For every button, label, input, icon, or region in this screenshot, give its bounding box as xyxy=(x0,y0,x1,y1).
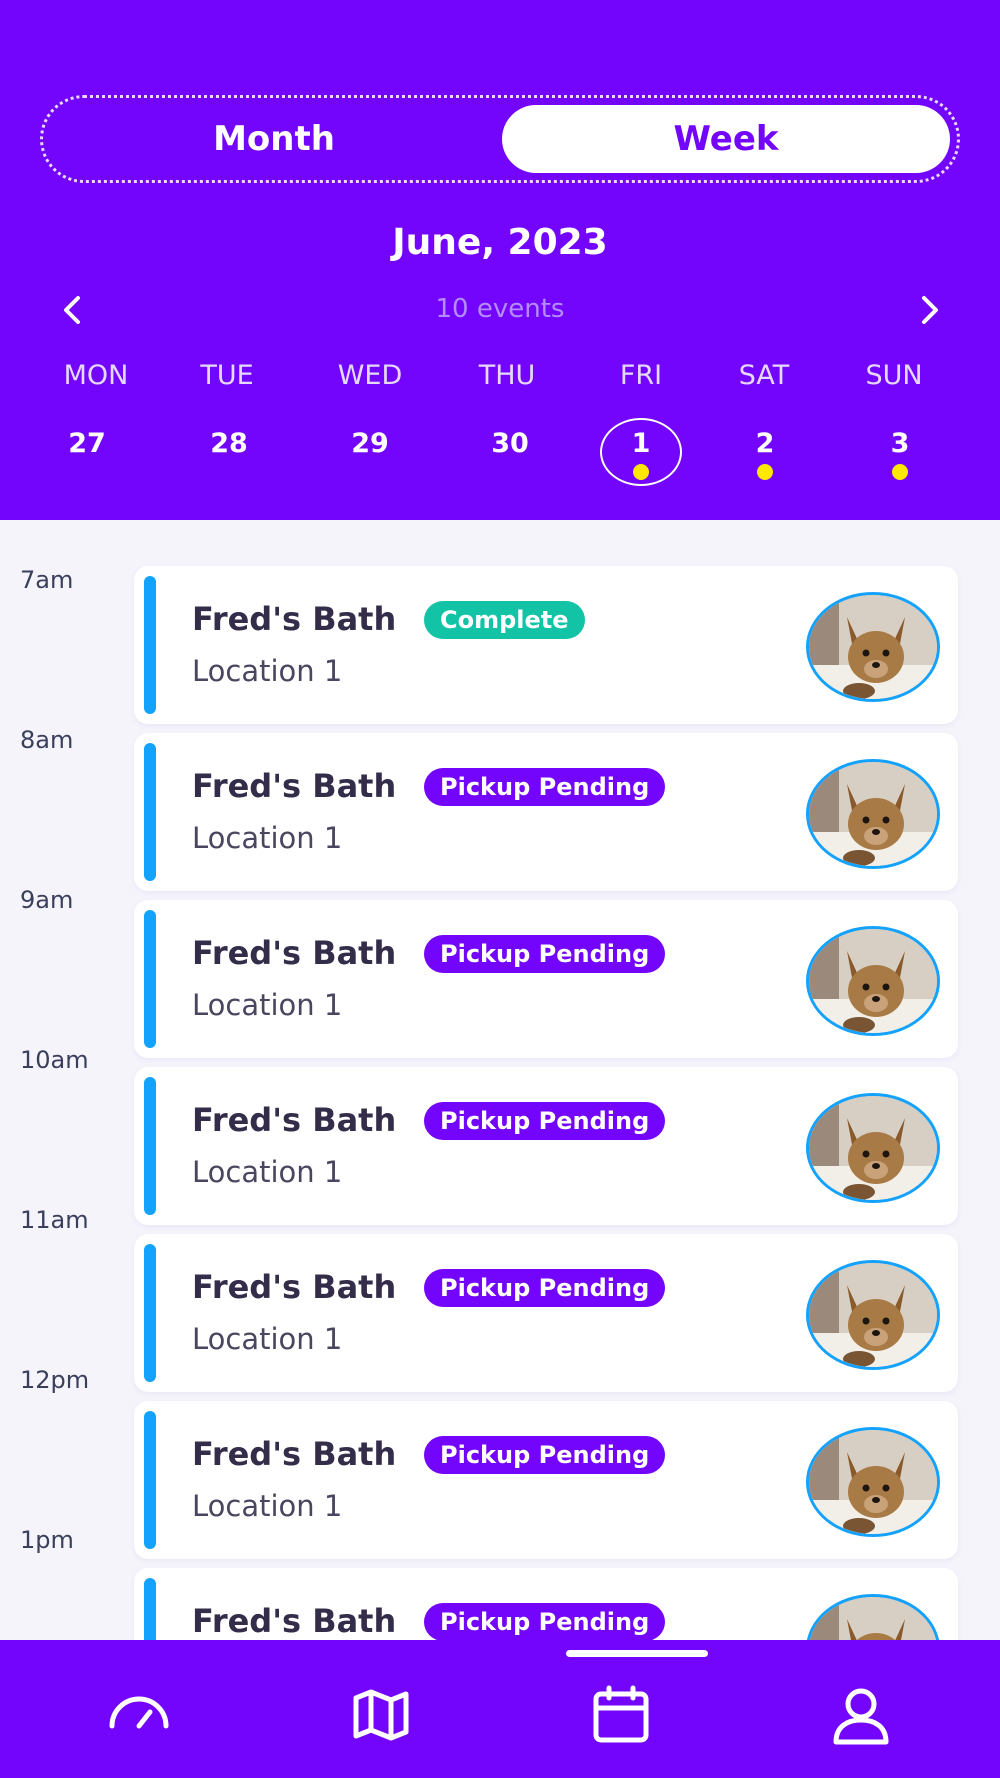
event-color-bar xyxy=(144,743,156,881)
calendar-icon[interactable] xyxy=(586,1680,656,1750)
month-toggle-button[interactable]: Month xyxy=(50,105,498,173)
pet-avatar xyxy=(806,1093,940,1203)
weekday-label: MON xyxy=(63,360,129,391)
date-cell[interactable]: 30 xyxy=(468,420,552,488)
user-icon[interactable] xyxy=(826,1680,896,1750)
time-label: 1pm xyxy=(20,1526,74,1554)
status-badge: Pickup Pending xyxy=(424,1269,666,1307)
pet-avatar xyxy=(806,926,940,1036)
date-number: 28 xyxy=(210,428,248,459)
pet-avatar xyxy=(806,1594,940,1640)
event-location: Location 1 xyxy=(192,1489,343,1523)
status-badge: Pickup Pending xyxy=(424,1603,666,1640)
time-label: 9am xyxy=(20,886,74,914)
event-count: 10 events xyxy=(435,294,565,324)
time-label: 10am xyxy=(20,1046,89,1074)
chevron-right-icon[interactable] xyxy=(906,290,950,330)
speedometer-icon[interactable] xyxy=(104,1680,174,1750)
time-label: 11am xyxy=(20,1206,89,1234)
event-card[interactable]: Fred's Bath Pickup Pending Location 1 xyxy=(134,733,958,891)
event-title: Fred's Bath xyxy=(192,600,397,638)
date-number: 2 xyxy=(755,428,775,459)
weekday-label: THU xyxy=(478,360,536,391)
date-cell[interactable]: 27 xyxy=(45,420,129,488)
event-title: Fred's Bath xyxy=(192,1101,397,1139)
event-color-bar xyxy=(144,1578,156,1640)
event-card[interactable]: Fred's Bath Complete Location 1 xyxy=(134,566,958,724)
event-card[interactable]: Fred's Bath Pickup Pending Location 1 xyxy=(134,1234,958,1392)
event-title: Fred's Bath xyxy=(192,934,397,972)
active-tab-indicator xyxy=(566,1650,708,1657)
timeline[interactable]: 7am 8am 9am 10am 11am 12pm 1pm Fred's Ba… xyxy=(0,520,1000,1640)
event-color-bar xyxy=(144,576,156,714)
event-location: Location 1 xyxy=(192,821,343,855)
status-badge: Pickup Pending xyxy=(424,1102,666,1140)
event-location: Location 1 xyxy=(192,988,343,1022)
date-cell[interactable]: 28 xyxy=(187,420,271,488)
weekday-label: SUN xyxy=(865,360,923,391)
event-title: Fred's Bath xyxy=(192,1435,397,1473)
event-color-bar xyxy=(144,1244,156,1382)
event-color-bar xyxy=(144,910,156,1048)
weekday-label: TUE xyxy=(200,360,254,391)
event-card[interactable]: Fred's Bath Pickup Pending Location 1 xyxy=(134,1401,958,1559)
event-dot xyxy=(633,464,649,480)
pet-avatar xyxy=(806,1427,940,1537)
status-badge: Pickup Pending xyxy=(424,935,666,973)
date-cell-selected[interactable]: 1 xyxy=(599,418,683,488)
event-location: Location 1 xyxy=(192,1322,343,1356)
event-location: Location 1 xyxy=(192,654,343,688)
date-cell[interactable]: 29 xyxy=(328,420,412,488)
event-location: Location 1 xyxy=(192,1155,343,1189)
event-title: Fred's Bath xyxy=(192,767,397,805)
date-number: 3 xyxy=(890,428,910,459)
pet-avatar xyxy=(806,592,940,702)
status-badge: Pickup Pending xyxy=(424,1436,666,1474)
date-cell[interactable]: 2 xyxy=(723,420,807,488)
time-label: 12pm xyxy=(20,1366,90,1394)
event-card[interactable]: Fred's BathPickup PendingLocation 1 xyxy=(134,1568,958,1640)
weekday-label: WED xyxy=(337,360,403,391)
week-toggle-button[interactable]: Week xyxy=(502,105,950,173)
date-number: 30 xyxy=(491,428,529,459)
map-icon[interactable] xyxy=(346,1680,416,1750)
date-number: 29 xyxy=(351,428,389,459)
status-badge: Pickup Pending xyxy=(424,768,666,806)
event-dot xyxy=(892,464,908,480)
pet-avatar xyxy=(806,1260,940,1370)
event-title: Fred's Bath xyxy=(192,1602,397,1640)
event-color-bar xyxy=(144,1077,156,1215)
status-badge: Complete xyxy=(424,601,585,639)
weekday-row: MON TUE WED THU FRI SAT SUN xyxy=(0,360,1000,400)
view-toggle: Month Week xyxy=(40,95,960,183)
calendar-header: Month Week June, 2023 10 events MON TUE … xyxy=(0,0,1000,520)
event-card[interactable]: Fred's Bath Pickup Pending Location 1 xyxy=(134,900,958,1058)
date-number: 27 xyxy=(68,428,106,459)
time-label: 8am xyxy=(20,726,74,754)
event-color-bar xyxy=(144,1411,156,1549)
weekday-label: SAT xyxy=(738,360,790,391)
bottom-nav xyxy=(0,1640,1000,1778)
event-card[interactable]: Fred's Bath Pickup Pending Location 1 xyxy=(134,1067,958,1225)
pet-avatar xyxy=(806,759,940,869)
date-cell[interactable]: 3 xyxy=(858,420,942,488)
event-dot xyxy=(757,464,773,480)
event-title: Fred's Bath xyxy=(192,1268,397,1306)
date-row: 27 28 29 30 1 2 3 xyxy=(0,418,1000,490)
weekday-label: FRI xyxy=(619,360,663,391)
month-title: June, 2023 xyxy=(392,222,608,263)
time-label: 7am xyxy=(20,566,74,594)
